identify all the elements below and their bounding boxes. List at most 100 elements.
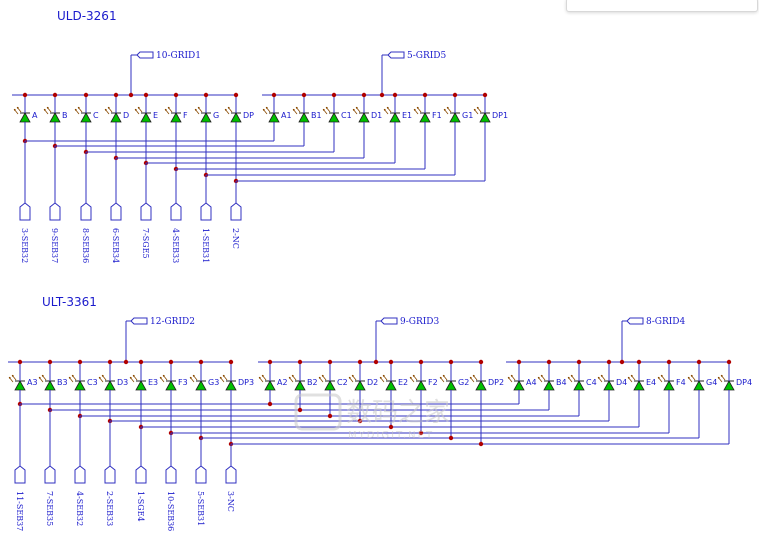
junction-dot	[726, 359, 732, 365]
watermark-logo: 数码之家 MYDIGIT.NET	[294, 393, 450, 441]
led-icon	[352, 95, 370, 125]
net-port-flag	[44, 465, 56, 484]
junction-dot	[606, 359, 612, 365]
segment-label: G	[213, 111, 219, 120]
junction-dot	[301, 92, 307, 98]
grid-label: 9-GRID3	[400, 317, 440, 327]
led-icon	[129, 362, 147, 393]
segment-label: DP	[243, 111, 254, 120]
pin-label: 5-SEB31	[196, 491, 205, 526]
segment-label: D4	[616, 378, 627, 387]
pin-label: 3-NC	[226, 491, 235, 512]
segment-label: DP1	[492, 111, 508, 120]
led-icon	[74, 95, 92, 125]
segment-label: B1	[311, 111, 322, 120]
junction-dot	[546, 359, 552, 365]
net-port-flag	[380, 317, 398, 325]
segment-label: D3	[117, 378, 128, 387]
pin-label: 8-SEB36	[81, 228, 90, 263]
led-icon	[288, 362, 306, 393]
junction-dot	[138, 359, 144, 365]
pin-label: 7-SEB35	[45, 491, 54, 526]
led-icon	[262, 95, 280, 125]
net-port-flag	[230, 202, 242, 221]
junction-dot	[168, 359, 174, 365]
segment-label: C3	[87, 378, 98, 387]
watermark-text: 数码之家	[346, 398, 450, 428]
led-icon	[164, 95, 182, 125]
junction-dot	[379, 92, 385, 98]
led-icon	[469, 362, 487, 393]
led-icon	[8, 362, 26, 393]
junction-dot	[271, 92, 277, 98]
segment-label: E3	[148, 378, 158, 387]
led-icon	[473, 95, 491, 125]
net-port-flag	[195, 465, 207, 484]
segment-label: DP2	[488, 378, 504, 387]
segment-label: G1	[462, 111, 473, 120]
pin-label: 4-SEB32	[75, 491, 84, 526]
pin-label: 1-SGE4	[136, 491, 145, 522]
segment-label: D1	[371, 111, 382, 120]
segment-label: G2	[458, 378, 469, 387]
net-port-flag	[170, 202, 182, 221]
net-port-flag	[165, 465, 177, 484]
grid-label: 12-GRID2	[150, 317, 195, 327]
segment-label: DP3	[238, 378, 254, 387]
segment-label: E	[153, 111, 158, 120]
led-icon	[13, 95, 31, 125]
junction-dot	[123, 359, 129, 365]
junction-dot	[77, 359, 83, 365]
led-icon	[104, 95, 122, 125]
segment-label: C4	[586, 378, 597, 387]
junction-dot	[22, 92, 28, 98]
segment-label: B2	[307, 378, 318, 387]
junction-dot	[636, 359, 642, 365]
segment-label: G4	[706, 378, 717, 387]
junction-dot	[267, 401, 273, 407]
pin-label: 6-SEB34	[111, 228, 120, 263]
net-port-flag	[104, 465, 116, 484]
junction-dot	[422, 92, 428, 98]
segment-label: F1	[432, 111, 442, 120]
schematic-diagram: ULD-3261 10-GRID1 5-GRID5 A B C D E F G DP A1 B1 C1 D1…	[8, 9, 752, 531]
junction-dot	[52, 92, 58, 98]
junction-dot	[143, 92, 149, 98]
net-port-flag	[130, 317, 148, 325]
segment-label: E2	[398, 378, 408, 387]
grid-label: 10-GRID1	[156, 51, 201, 61]
led-icon	[43, 95, 61, 125]
led-icon	[318, 362, 336, 393]
junction-dot	[576, 359, 582, 365]
junction-dot	[373, 359, 379, 365]
led-icon	[409, 362, 427, 393]
led-icon	[258, 362, 276, 393]
led-icon	[219, 362, 237, 393]
junction-dot	[267, 359, 273, 365]
segment-label: A4	[526, 378, 537, 387]
junction-dot	[47, 359, 53, 365]
pin-label: 3-SEB32	[20, 228, 29, 263]
segment-label: F	[183, 111, 188, 120]
segment-label: B4	[556, 378, 567, 387]
junction-dot	[418, 359, 424, 365]
led-icon	[322, 95, 340, 125]
segment-label: C1	[341, 111, 352, 120]
segment-label: B	[62, 111, 68, 120]
junction-dot	[297, 407, 303, 413]
junction-dot	[327, 359, 333, 365]
segment-label: C	[93, 111, 99, 120]
segment-label: E4	[646, 378, 656, 387]
junction-dot	[478, 359, 484, 365]
grid-label: 5-GRID5	[407, 51, 447, 61]
led-icon	[717, 362, 735, 393]
led-icon	[507, 362, 525, 393]
led-icon	[194, 95, 212, 125]
junction-dot	[128, 92, 134, 98]
net-port-flag	[200, 202, 212, 221]
watermark-icon	[294, 393, 342, 431]
pin-label: 1-SEB31	[201, 228, 210, 263]
junction-dot	[233, 92, 239, 98]
segment-label: A3	[27, 378, 38, 387]
led-icon	[379, 362, 397, 393]
